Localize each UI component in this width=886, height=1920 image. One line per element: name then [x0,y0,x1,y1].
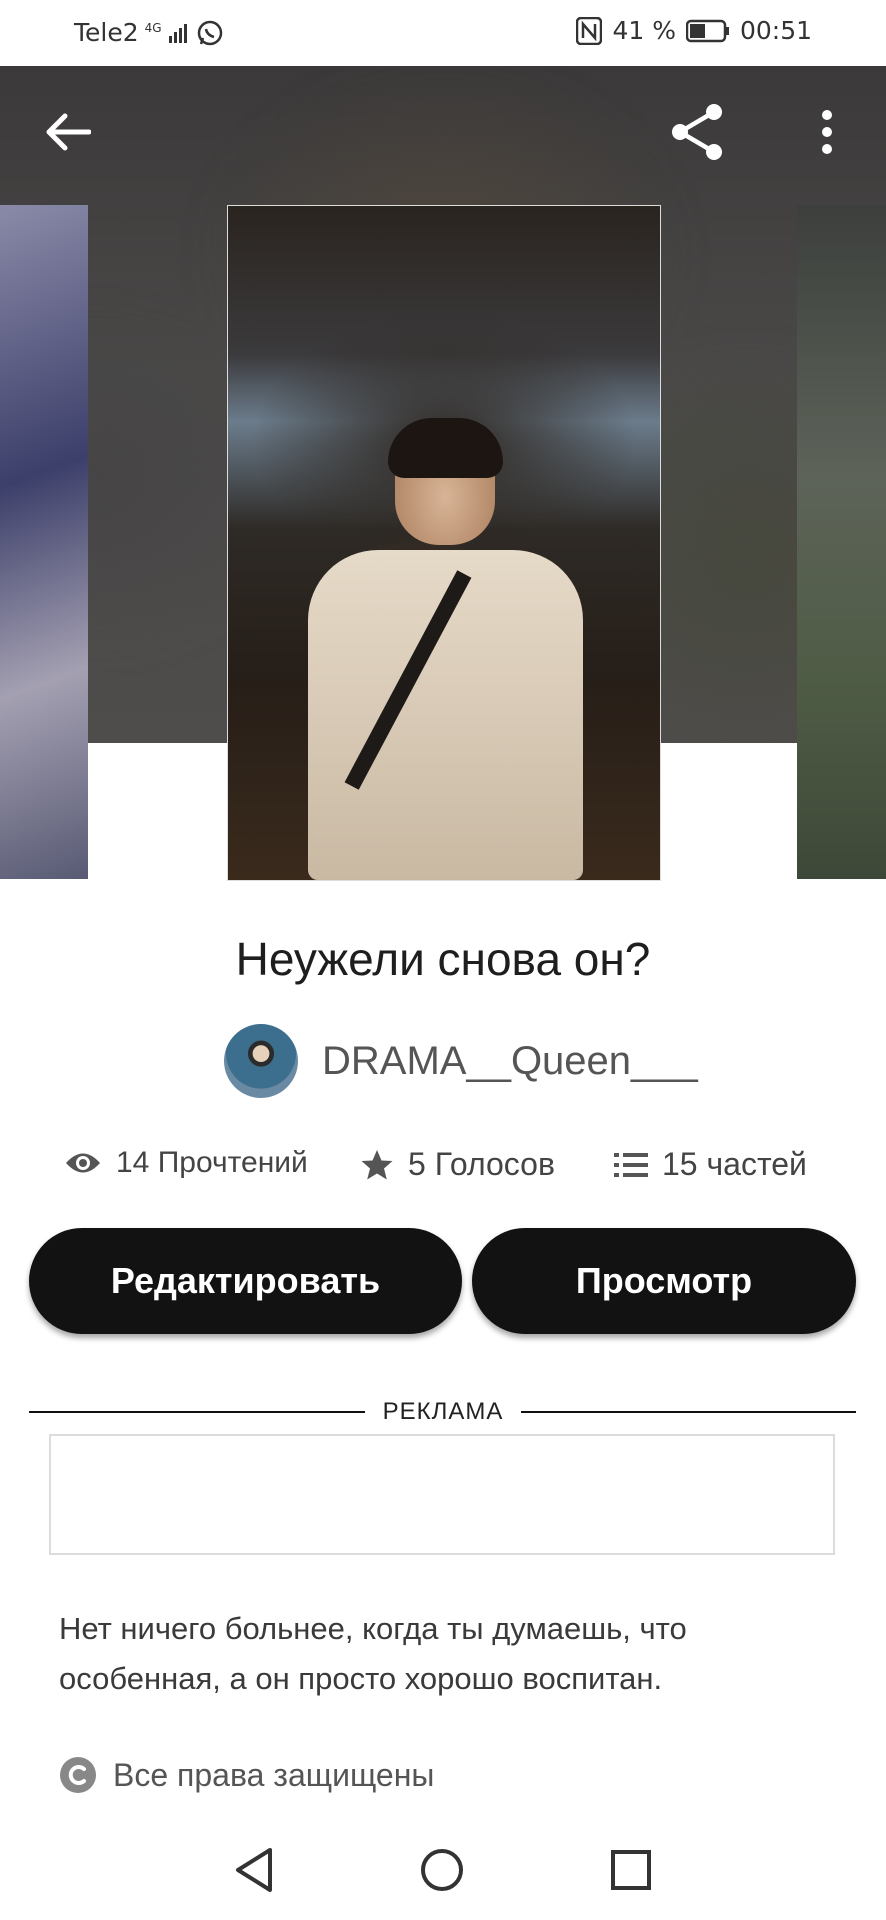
cover-next[interactable] [797,205,886,879]
votes-count: 5 Голосов [408,1146,555,1182]
share-icon [672,104,722,160]
nav-recents-button[interactable] [603,1842,659,1898]
copyright-row: Все права защищены [59,1756,434,1794]
copyright-icon [60,1757,96,1793]
parts-count: 15 частей [662,1146,807,1182]
reads-count: 14 Прочтений [116,1146,308,1179]
battery-percent: 41 % [612,16,676,45]
network-type: 4G [144,20,162,35]
story-title: Неужели снова он? [235,933,651,985]
more-vertical-icon [822,110,832,154]
ad-slot[interactable] [49,1434,835,1555]
battery-icon [685,19,729,42]
author-name[interactable]: DRAMA__Queen___ [322,1039,698,1084]
signal-icon [168,23,187,43]
back-button[interactable] [38,102,98,162]
cover-previous[interactable] [0,205,88,879]
triangle-back-icon [236,1848,272,1892]
parts-stat: 15 частей [614,1146,807,1183]
view-button[interactable]: Просмотр [472,1228,856,1334]
copyright-text: Все права защищены [113,1756,435,1793]
story-description: Нет ничего больнее, когда ты думаешь, чт… [59,1611,687,1696]
nfc-icon [576,16,603,45]
carrier-name: Tele2 [74,18,139,47]
nav-back-button[interactable] [226,1842,282,1898]
whatsapp-icon [197,20,222,45]
share-button[interactable] [668,102,728,162]
square-recents-icon [611,1850,651,1890]
more-button[interactable] [797,102,857,162]
author-row[interactable]: DRAMA__Queen___ [224,1024,698,1098]
edit-button[interactable]: Редактировать [29,1228,462,1334]
status-left: Tele2 4G [74,18,224,47]
votes-stat: 5 Голосов [360,1146,555,1183]
system-nav-bar [0,1820,886,1920]
status-right: 41 % 00:51 [576,16,812,45]
circle-home-icon [421,1849,463,1891]
cover-person-hair [388,418,503,478]
author-avatar[interactable] [224,1024,298,1098]
eye-icon [66,1153,100,1173]
reads-stat: 14 Прочтений [64,1146,308,1180]
ad-divider-right [521,1411,856,1413]
star-icon [361,1149,393,1179]
nav-home-button[interactable] [414,1842,470,1898]
clock: 00:51 [739,16,812,45]
list-icon [614,1152,648,1177]
status-bar: Tele2 4G 41 % 00:51 [0,0,886,66]
arrow-left-icon [46,113,91,151]
